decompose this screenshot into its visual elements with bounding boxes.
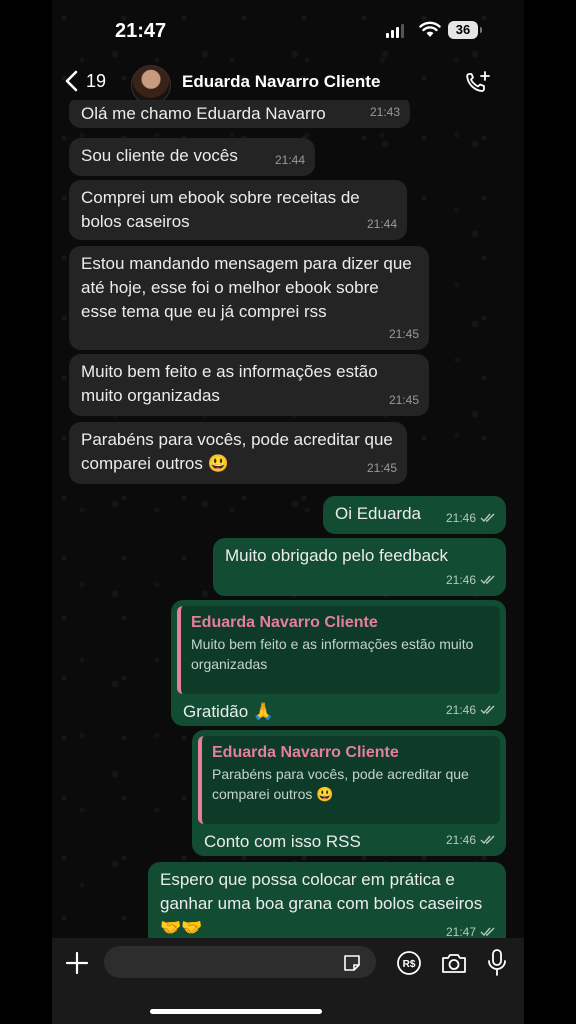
double-check-icon (480, 513, 495, 523)
double-check-icon (480, 927, 495, 937)
back-button[interactable]: 19 (64, 70, 106, 92)
quote-author: Eduarda Navarro Cliente (191, 614, 378, 631)
double-check-icon (480, 575, 495, 585)
wifi-icon (419, 20, 441, 43)
screen-frame: 21:47 36 19 Eduarda Navarro Cliente Olá … (0, 0, 576, 1024)
payment-icon: R$ (397, 951, 421, 975)
attach-button[interactable] (64, 950, 90, 981)
message-time: 21:46 (445, 703, 476, 717)
sticker-button[interactable] (342, 953, 362, 978)
message-text: Parabéns para vocês, pode acreditar que … (81, 430, 393, 473)
message-incoming[interactable]: Parabéns para vocês, pode acreditar que … (69, 422, 407, 484)
message-incoming[interactable]: Muito bem feito e as informações estão m… (69, 354, 429, 416)
message-text: Olá me chamo Eduarda Navarro (81, 104, 326, 123)
chevron-left-icon (65, 70, 78, 92)
message-time: 21:47 (445, 925, 476, 938)
message-outgoing[interactable]: Muito obrigado pelo feedback 21:46 (213, 538, 506, 596)
status-bar: 21:47 36 (52, 0, 524, 60)
home-indicator[interactable] (150, 1009, 322, 1014)
message-time: 21:46 (445, 833, 476, 847)
phone-screen: 21:47 36 19 Eduarda Navarro Cliente Olá … (52, 0, 524, 1024)
message-time: 21:44 (366, 217, 397, 231)
camera-icon (442, 954, 466, 973)
double-check-icon (480, 705, 495, 715)
message-text: Espero que possa colocar em prática e ga… (160, 870, 483, 937)
quote-text: Parabéns para vocês, pode acreditar que … (212, 766, 469, 802)
battery-tip (480, 27, 482, 33)
message-time: 21:44 (274, 153, 305, 167)
camera-button[interactable] (440, 950, 468, 981)
add-call-icon (466, 71, 490, 92)
message-reply-outgoing[interactable]: Eduarda Navarro Cliente Parabéns para vo… (192, 730, 506, 856)
microphone-button[interactable] (486, 948, 508, 983)
message-text: Muito bem feito e as informações estão m… (81, 362, 378, 405)
avatar[interactable] (131, 65, 171, 105)
message-time: 21:45 (388, 327, 419, 341)
message-time: 21:46 (445, 573, 476, 587)
message-reply-outgoing[interactable]: Eduarda Navarro Cliente Muito bem feito … (171, 600, 506, 726)
message-text: Muito obrigado pelo feedback (225, 546, 449, 565)
message-text: Comprei um ebook sobre receitas de bolos… (81, 188, 360, 231)
quoted-message[interactable]: Eduarda Navarro Cliente Parabéns para vo… (198, 736, 500, 824)
message-incoming[interactable]: Comprei um ebook sobre receitas de bolos… (69, 180, 407, 240)
unread-count: 19 (86, 70, 107, 91)
contact-name[interactable]: Eduarda Navarro Cliente (182, 72, 380, 92)
message-time: 21:45 (388, 393, 419, 407)
sticker-icon (344, 955, 360, 971)
payment-icon-label: R$ (403, 959, 416, 970)
message-time: 21:46 (445, 511, 476, 525)
message-time: 21:43 (369, 105, 400, 119)
plus-icon (65, 951, 89, 975)
signal-icon (386, 24, 404, 38)
status-time: 21:47 (115, 20, 167, 42)
quote-text: Muito bem feito e as informações estão m… (191, 636, 474, 672)
message-input[interactable] (104, 946, 376, 978)
right-margin (524, 0, 576, 1024)
payment-button[interactable]: R$ (396, 950, 422, 981)
quote-author: Eduarda Navarro Cliente (212, 744, 399, 761)
microphone-icon (488, 949, 506, 976)
double-check-icon (480, 835, 495, 845)
message-incoming[interactable]: Estou mandando mensagem para dizer que a… (69, 246, 429, 350)
message-incoming[interactable]: Olá me chamo Eduarda Navarro 21:43 (69, 100, 410, 128)
add-call-button[interactable] (464, 70, 492, 103)
message-text: Sou cliente de vocês (81, 146, 238, 165)
message-list[interactable]: Olá me chamo Eduarda Navarro 21:43 Sou c… (52, 100, 524, 938)
quoted-message[interactable]: Eduarda Navarro Cliente Muito bem feito … (177, 606, 500, 694)
message-outgoing[interactable]: Espero que possa colocar em prática e ga… (148, 862, 506, 938)
message-outgoing[interactable]: Oi Eduarda 21:46 (323, 496, 506, 534)
message-time: 21:45 (366, 461, 397, 475)
message-incoming[interactable]: Sou cliente de vocês 21:44 (69, 138, 315, 176)
message-text: Estou mandando mensagem para dizer que a… (81, 254, 412, 321)
left-margin (0, 0, 52, 1024)
battery-indicator: 36 (448, 21, 478, 39)
